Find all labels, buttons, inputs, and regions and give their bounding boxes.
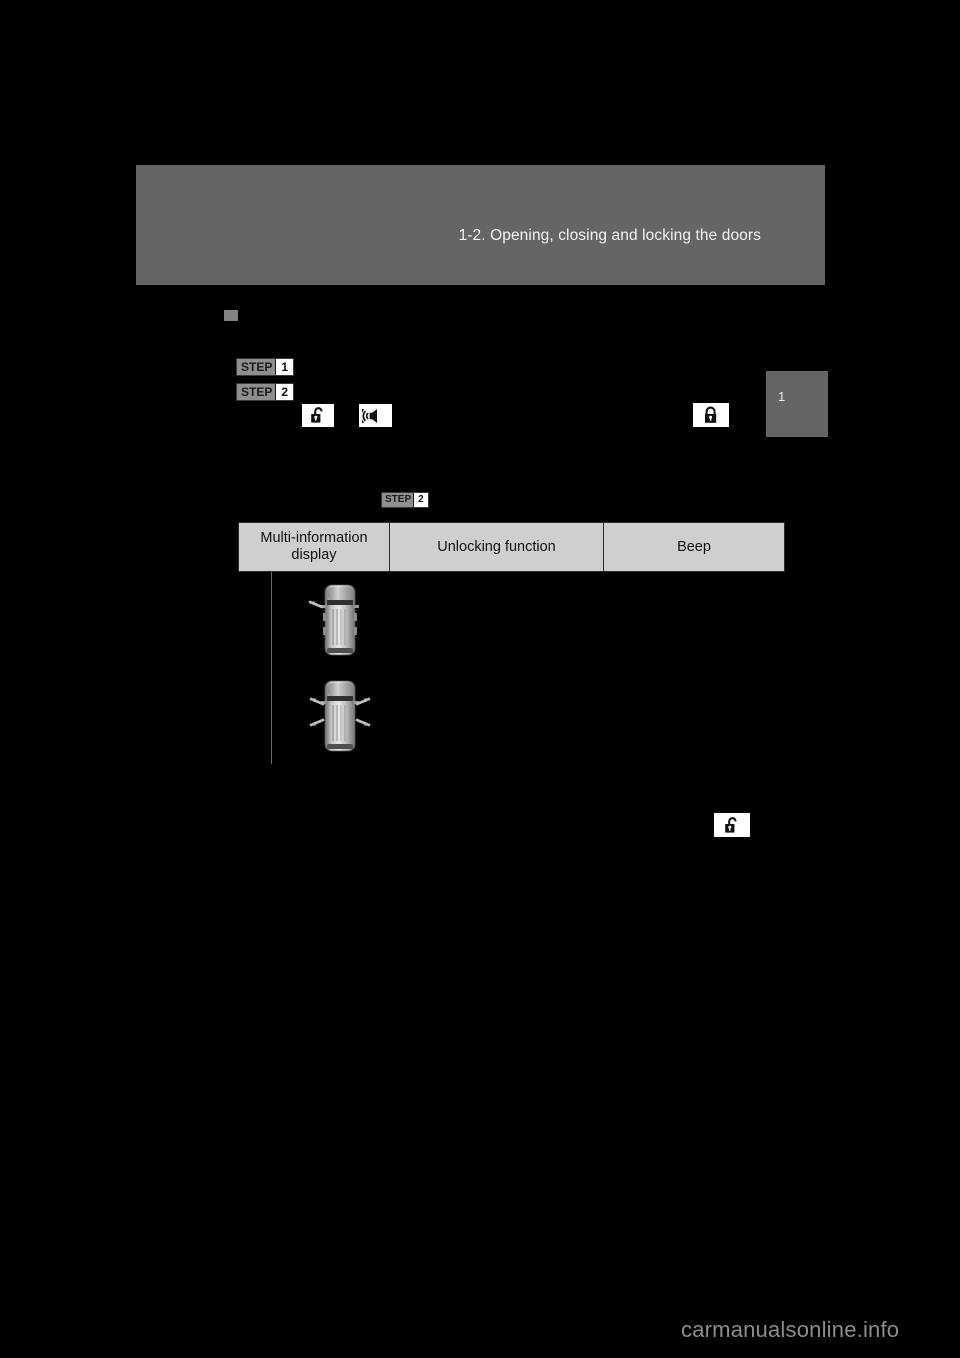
page-title: 1-2. Opening, closing and locking the do…	[458, 227, 761, 244]
cell-function-1	[389, 571, 604, 669]
table-row	[238, 668, 785, 765]
table-header-row: Multi-information display Unlocking func…	[238, 521, 785, 573]
chapter-tab-number: 1	[778, 389, 786, 404]
column-header-display: Multi-information display	[238, 521, 390, 573]
header-banner: 1-2. Opening, closing and locking the do…	[136, 165, 825, 285]
unlock-icon	[714, 813, 750, 837]
cell-beep-1	[603, 571, 785, 669]
table-row	[238, 571, 785, 669]
step-badge-1-number: 1	[276, 359, 294, 375]
unlock-icon	[302, 404, 334, 427]
column-header-unlocking-function: Unlocking function	[389, 521, 604, 573]
step-badge-inline-2: STEP 2	[381, 492, 429, 508]
cell-function-2	[389, 668, 604, 765]
manual-page: 1-2. Opening, closing and locking the do…	[0, 0, 960, 1358]
step-badge-1-word: STEP	[237, 359, 276, 375]
column-header-beep: Beep	[603, 521, 785, 573]
section-bullet-icon	[224, 310, 238, 321]
chapter-tab: 1	[766, 371, 828, 437]
step-badge-1: STEP 1	[236, 358, 295, 376]
step-badge-2-word: STEP	[237, 384, 276, 400]
step-badge-inline-word: STEP	[382, 493, 414, 507]
cell-display-1	[238, 571, 390, 669]
cell-beep-2	[603, 668, 785, 765]
beep-speaker-icon	[359, 404, 392, 427]
site-watermark: carmanualsonline.info	[681, 1317, 900, 1342]
step-badge-inline-number: 2	[414, 493, 428, 507]
lock-icon	[693, 403, 729, 427]
driver-door-unlock-vehicle-icon	[302, 577, 376, 663]
step-badge-2-number: 2	[276, 384, 294, 400]
unlocking-settings-table: Multi-information display Unlocking func…	[238, 521, 785, 765]
step-badge-2: STEP 2	[236, 383, 295, 401]
all-doors-unlock-vehicle-icon	[302, 673, 376, 759]
cell-display-2	[238, 668, 390, 765]
